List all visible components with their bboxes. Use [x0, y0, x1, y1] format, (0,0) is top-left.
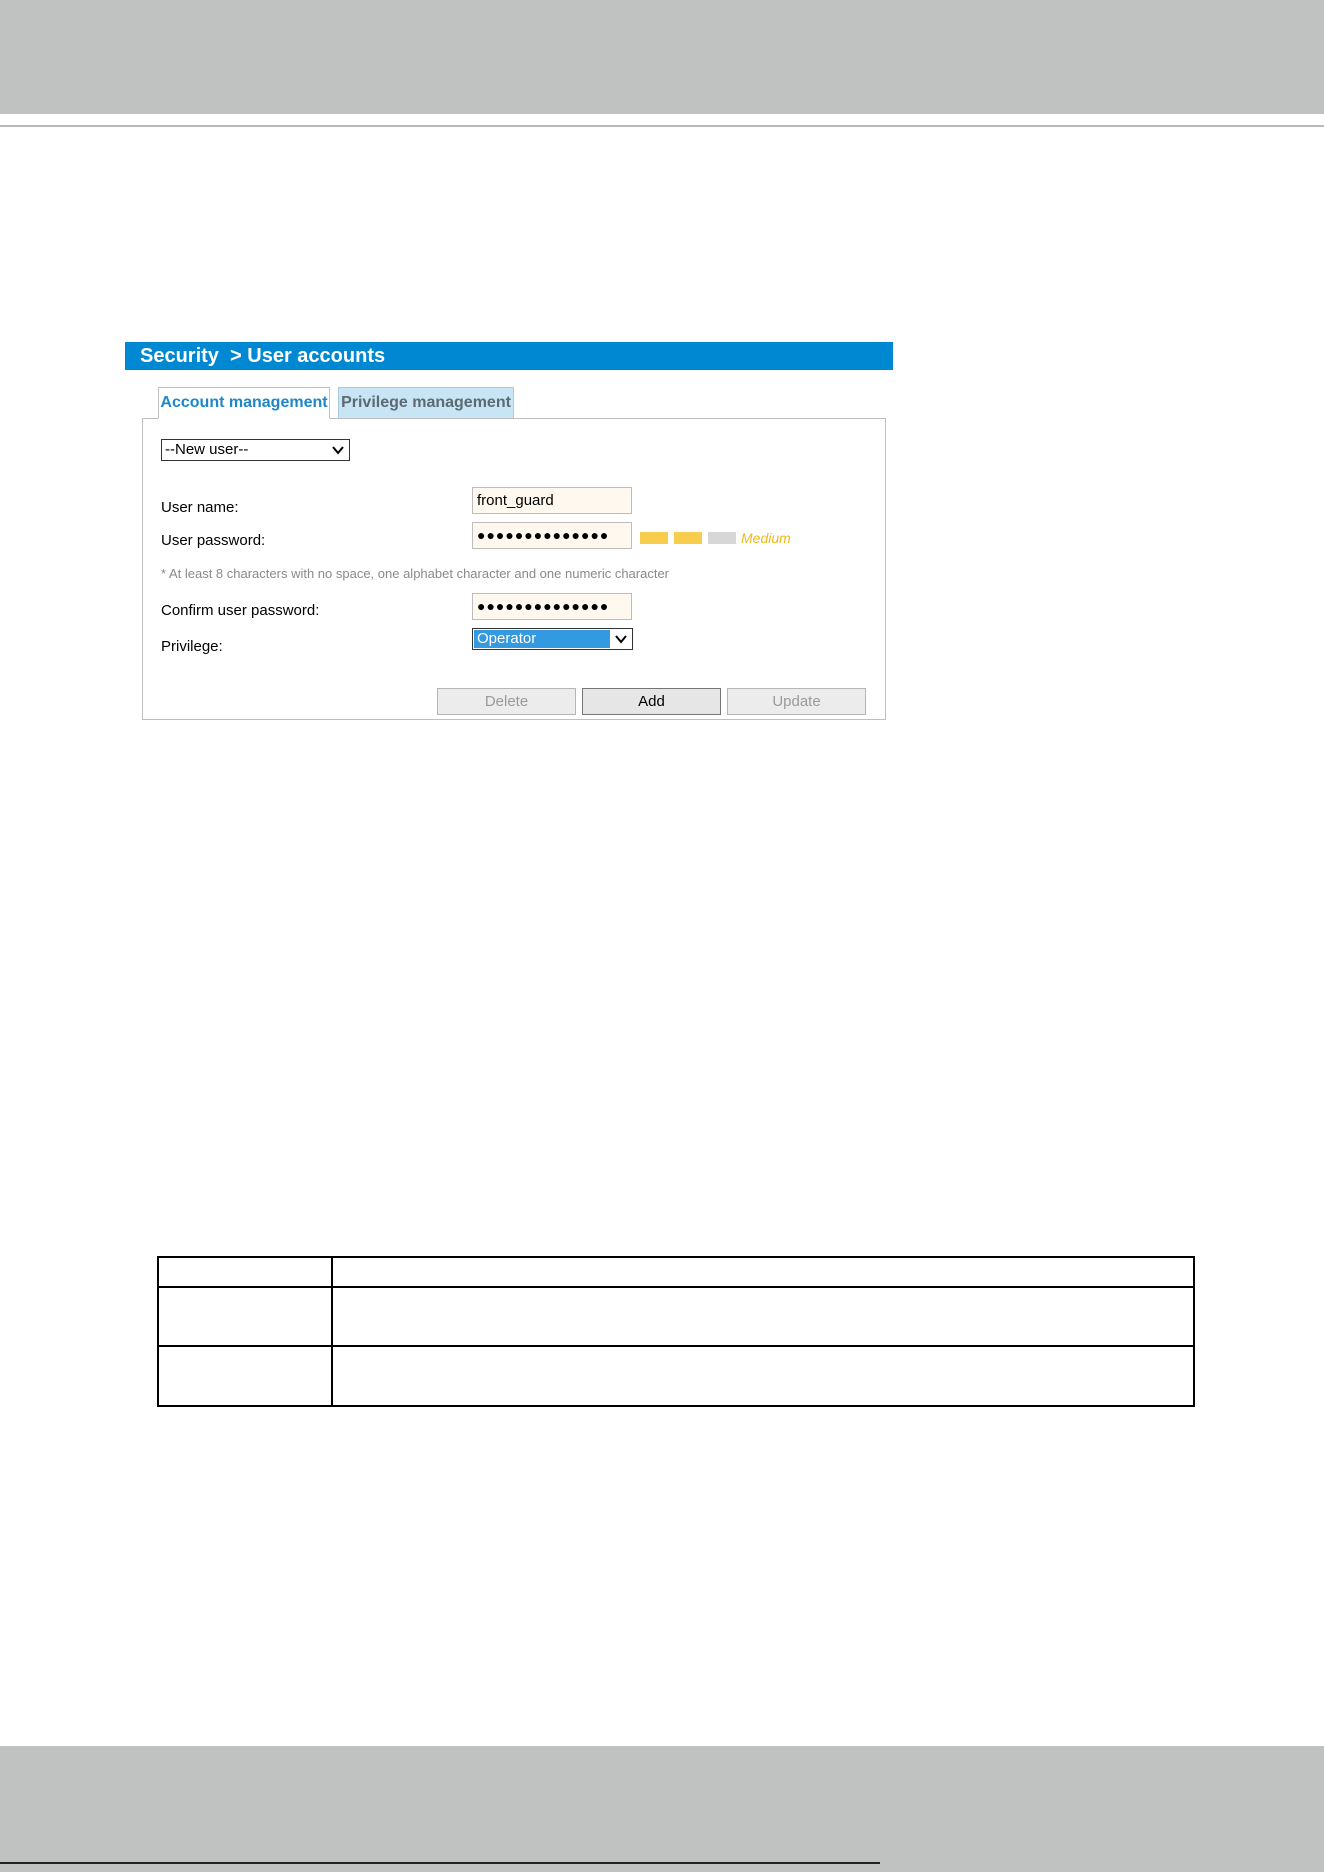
- privilege-label: Privilege:: [161, 638, 223, 655]
- update-button[interactable]: Update: [727, 688, 866, 715]
- table-cell: [157, 1256, 333, 1288]
- confirm-password-value: ●●●●●●●●●●●●●●: [477, 598, 610, 614]
- privilege-select[interactable]: Operator: [472, 628, 633, 650]
- user-select[interactable]: --New user--: [161, 439, 350, 461]
- page-footer-band: [0, 1746, 1324, 1872]
- strength-meter-segment: [674, 532, 702, 544]
- tab-privilege-management[interactable]: Privilege management: [338, 387, 514, 419]
- user-name-input[interactable]: front_guard: [472, 487, 632, 514]
- table-cell: [331, 1286, 1195, 1347]
- table-cell: [331, 1256, 1195, 1288]
- user-password-input[interactable]: ●●●●●●●●●●●●●●: [472, 522, 632, 549]
- table-cell: [157, 1345, 333, 1407]
- confirm-password-input[interactable]: ●●●●●●●●●●●●●●: [472, 593, 632, 620]
- strength-meter-segment: [640, 532, 668, 544]
- delete-button[interactable]: Delete: [437, 688, 576, 715]
- table-cell: [331, 1345, 1195, 1407]
- user-name-label: User name:: [161, 499, 239, 516]
- confirm-password-label: Confirm user password:: [161, 602, 320, 619]
- page-title: Security > User accounts: [125, 342, 893, 370]
- footer-rule: [0, 1862, 880, 1864]
- user-password-label: User password:: [161, 532, 266, 549]
- table-row: [157, 1286, 1195, 1347]
- add-button[interactable]: Add: [582, 688, 721, 715]
- strength-meter-label: Medium: [741, 530, 791, 546]
- tab-account-management[interactable]: Account management: [158, 387, 330, 419]
- parameter-table: [157, 1256, 1195, 1407]
- table-row: [157, 1256, 1195, 1288]
- page-header-band: [0, 0, 1324, 114]
- user-password-value: ●●●●●●●●●●●●●●: [477, 527, 610, 543]
- user-name-value: front_guard: [477, 492, 554, 509]
- chevron-down-icon: [332, 446, 344, 455]
- table-row: [157, 1345, 1195, 1407]
- privilege-select-value: Operator: [474, 630, 610, 648]
- header-divider: [0, 125, 1324, 127]
- password-hint: * At least 8 characters with no space, o…: [161, 566, 670, 581]
- chevron-down-icon: [615, 635, 627, 644]
- strength-meter-segment: [708, 532, 736, 544]
- user-select-value: --New user--: [165, 441, 249, 458]
- table-cell: [157, 1286, 333, 1347]
